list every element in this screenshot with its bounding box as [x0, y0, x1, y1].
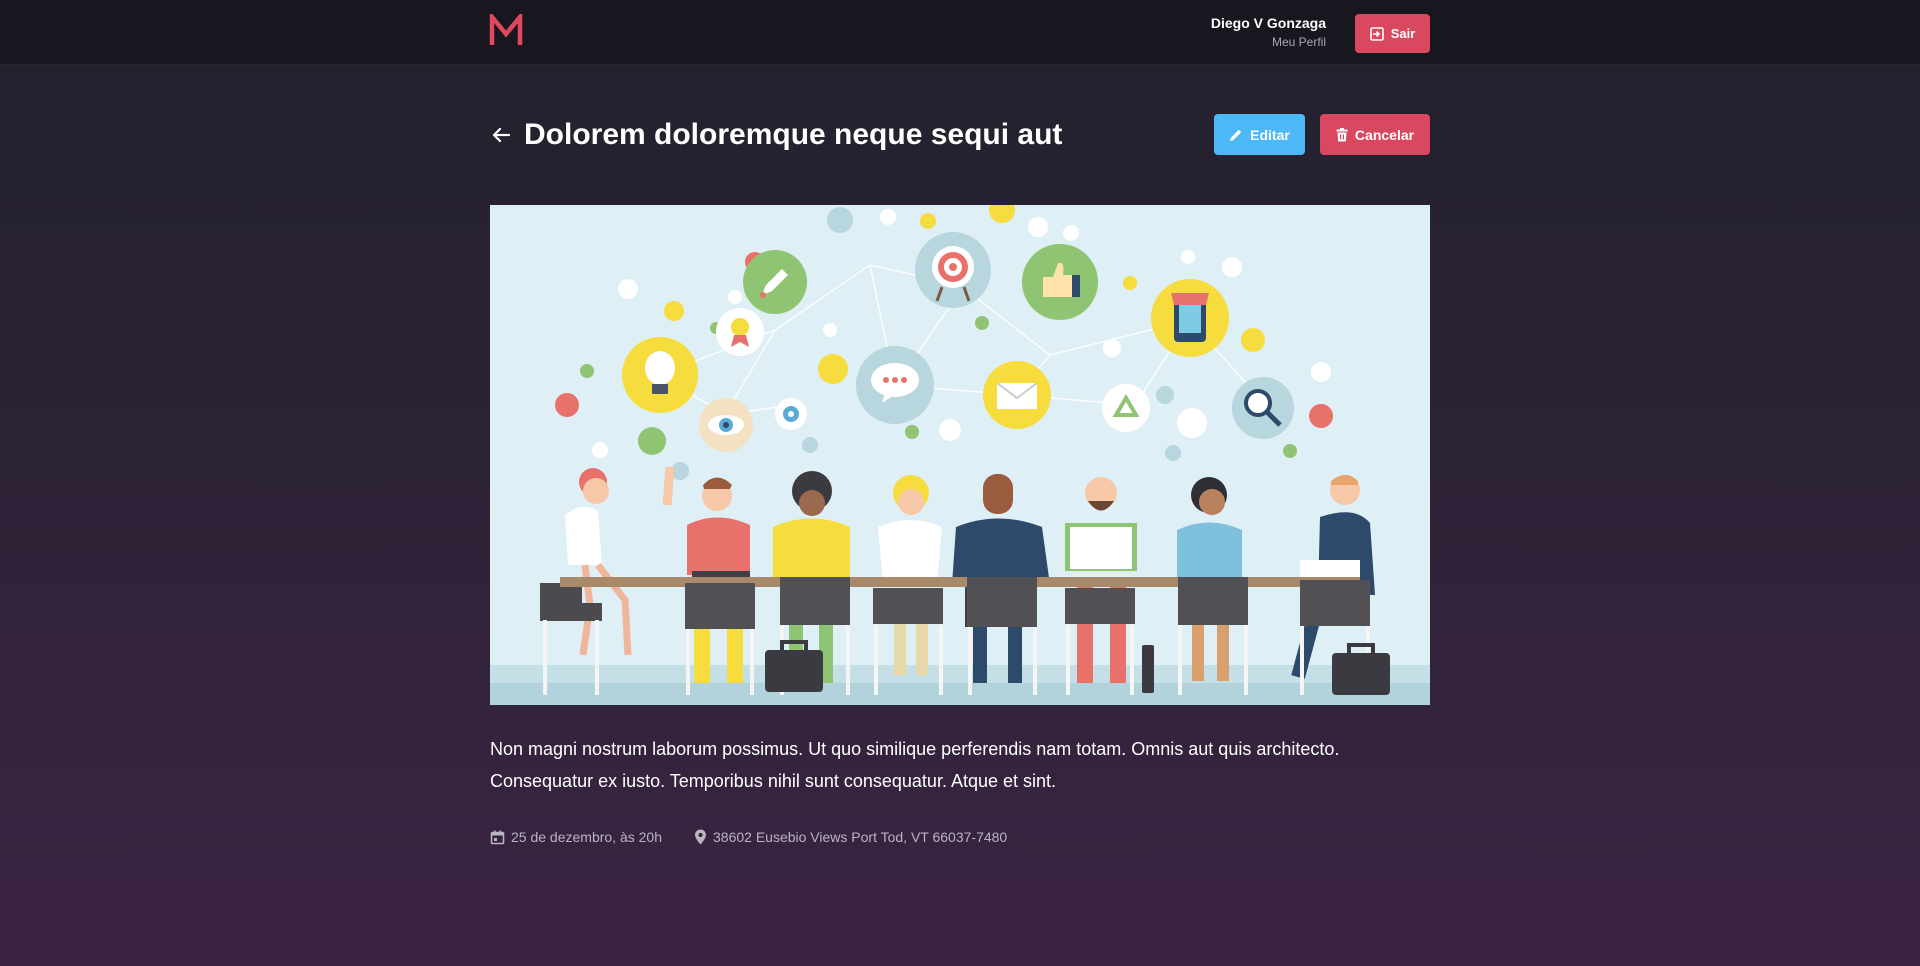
meetup-banner-image — [490, 205, 1430, 705]
edit-label: Editar — [1250, 126, 1290, 143]
user-name: Diego V Gonzaga — [1210, 15, 1326, 31]
m-logo-icon[interactable] — [489, 14, 523, 46]
trash-icon — [1336, 127, 1348, 141]
meetup-date-text: 25 de dezembro, às 20h — [511, 829, 662, 845]
exit-label: Sair — [1390, 26, 1416, 41]
top-bar: Diego V Gonzaga Meu Perfil Sair — [0, 0, 1920, 65]
exit-button[interactable]: Sair — [1355, 14, 1430, 53]
cancel-button[interactable]: Cancelar — [1320, 114, 1430, 155]
page-title: Dolorem doloremque neque sequi aut — [524, 118, 1063, 151]
cancel-label: Cancelar — [1354, 126, 1415, 143]
exit-icon — [1369, 26, 1384, 41]
pencil-icon — [1230, 129, 1242, 141]
meetup-description: Non magni nostrum laborum possimus. Ut q… — [490, 739, 1340, 791]
profile-link[interactable]: Meu Perfil — [1180, 33, 1326, 51]
arrow-left-icon[interactable] — [489, 123, 513, 147]
edit-button[interactable]: Editar — [1214, 114, 1305, 155]
calendar-icon — [490, 830, 505, 844]
meetup-location: 38602 Eusebio Views Port Tod, VT 66037-7… — [694, 829, 1007, 845]
meetup-location-text: 38602 Eusebio Views Port Tod, VT 66037-7… — [713, 829, 1008, 845]
user-info: Diego V Gonzaga Meu Perfil — [1180, 15, 1326, 51]
team-meeting-illustration — [490, 205, 1430, 705]
meetup-meta: 25 de dezembro, às 20h 38602 Eusebio Vie… — [490, 829, 1039, 845]
meetup-date: 25 de dezembro, às 20h — [490, 829, 662, 845]
pin-icon — [695, 829, 706, 845]
